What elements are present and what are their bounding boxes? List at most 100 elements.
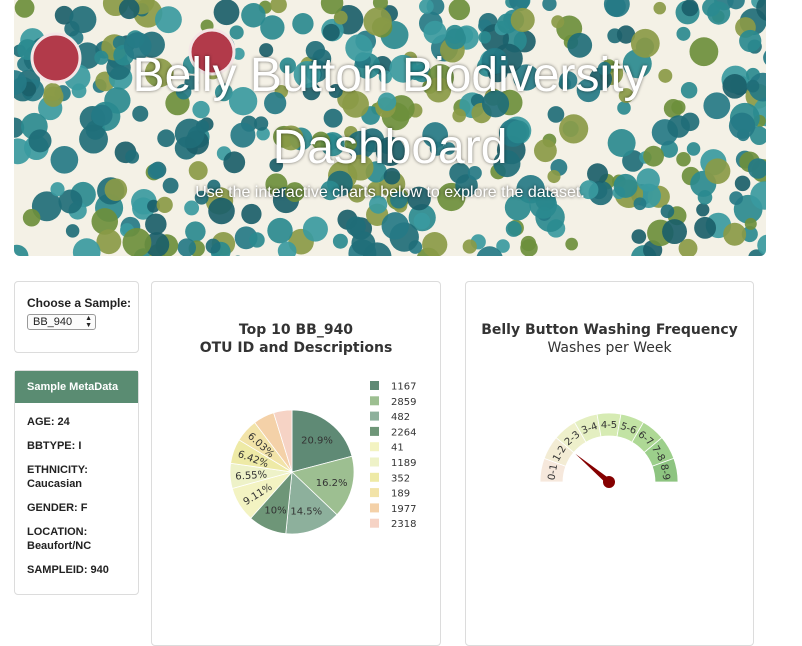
bacterium-shape [511, 8, 535, 32]
bacterium-shape [463, 239, 477, 253]
bacterium-shape [23, 209, 41, 227]
bacterium-shape [632, 229, 647, 244]
bacterium-shape [662, 219, 687, 244]
sample-selector-label: Choose a Sample: [27, 296, 131, 310]
metadata-heading: Sample MetaData [15, 371, 138, 403]
bacterium-shape [14, 245, 28, 256]
legend-label-1189[interactable]: 1189 [391, 458, 416, 469]
bacterium-shape [155, 6, 182, 33]
bacterium-shape [414, 213, 431, 230]
metadata-item-sampleid: SAMPLEID: 940 [27, 563, 132, 577]
page-subtitle: Use the interactive charts below to expl… [14, 184, 766, 202]
pie-chart-title: Top 10 BB_940 [152, 321, 440, 339]
bacterium-shape [382, 212, 409, 239]
pie-slice-label: 14.5% [290, 506, 322, 517]
legend-swatch[interactable] [370, 519, 379, 528]
bacterium-shape [241, 204, 261, 224]
legend-label-2859[interactable]: 2859 [391, 397, 416, 408]
legend-swatch[interactable] [370, 488, 379, 497]
bacterium-shape [69, 6, 96, 33]
bacterium-shape [520, 239, 537, 256]
metadata-item-gender: GENDER: F [27, 501, 132, 515]
legend-label-1167[interactable]: 1167 [391, 382, 416, 393]
bacterium-shape [214, 0, 240, 25]
bacterium-shape [333, 234, 348, 249]
bacterium-shape [178, 238, 196, 256]
legend-label-189[interactable]: 189 [391, 489, 410, 500]
page-title: Belly Button Biodiversity Dashboard [14, 40, 766, 184]
sample-selector-panel: Choose a Sample: BB_940 ▲▼ [14, 281, 139, 353]
pie-slice-label: 6.55% [235, 470, 267, 483]
legend-label-352[interactable]: 352 [391, 473, 410, 484]
legend-label-2318[interactable]: 2318 [391, 519, 416, 530]
bacterium-shape [303, 217, 328, 242]
bacterium-shape [15, 0, 35, 18]
bacterium-shape [270, 0, 287, 13]
legend-swatch[interactable] [370, 503, 379, 512]
metadata-item-ethnicity: ETHNICITY: Caucasian [27, 463, 132, 491]
legend-label-1977[interactable]: 1977 [391, 504, 416, 515]
updown-arrow-icon: ▲▼ [85, 315, 92, 329]
bacterium-shape [351, 231, 375, 255]
legend-swatch[interactable] [370, 458, 379, 467]
pie-chart[interactable]: 20.9%16.2%14.5%10%9.11%6.55%6.42%6.03%11… [152, 364, 440, 644]
bacterium-shape [506, 221, 522, 237]
bacterium-shape [241, 3, 265, 27]
legend-label-2264[interactable]: 2264 [391, 427, 416, 438]
legend-label-41[interactable]: 41 [391, 443, 404, 454]
bacterium-shape [66, 224, 79, 237]
bacterium-shape [363, 7, 391, 35]
sample-dropdown[interactable]: BB_940 ▲▼ [27, 314, 96, 330]
metadata-panel: Sample MetaData AGE: 24 BBTYPE: I ETHNIC… [14, 370, 139, 595]
bacterium-shape [73, 238, 101, 256]
metadata-list: AGE: 24 BBTYPE: I ETHNICITY: Caucasian G… [27, 415, 132, 587]
bacterium-shape [542, 0, 556, 11]
bacterium-shape [449, 0, 470, 20]
bacterium-shape [694, 217, 716, 239]
legend-swatch[interactable] [370, 396, 379, 405]
legend-swatch[interactable] [370, 442, 379, 451]
bacterium-shape [184, 201, 199, 216]
bacterium-shape [551, 15, 564, 28]
bacterium-shape [745, 218, 757, 230]
bacterium-shape [661, 205, 675, 219]
header-jumbotron: Belly Button Biodiversity Dashboard Use … [14, 0, 766, 256]
pie-chart-panel: Top 10 BB_940 OTU ID and Descriptions 20… [151, 281, 441, 646]
bacterium-shape [145, 213, 166, 234]
bacterium-shape [707, 2, 730, 25]
gauge-chart-subtitle: Washes per Week [466, 339, 753, 357]
bacterium-shape [696, 203, 709, 216]
gauge-chart-title: Belly Button Washing Frequency [466, 321, 753, 339]
metadata-item-location: LOCATION: Beaufort/NC [27, 525, 132, 553]
metadata-item-bbtype: BBTYPE: I [27, 439, 132, 453]
pie-slice-label: 16.2% [316, 478, 348, 489]
gauge-chart[interactable]: 0-11-22-33-44-55-66-77-88-9 [466, 364, 753, 644]
bacterium-shape [676, 27, 690, 41]
bacterium-shape [292, 13, 313, 34]
pie-chart-subtitle: OTU ID and Descriptions [152, 339, 440, 357]
bacterium-shape [249, 232, 264, 247]
gauge-chart-panel: Belly Button Washing Frequency Washes pe… [465, 281, 754, 646]
metadata-item-age: AGE: 24 [27, 415, 132, 429]
bacterium-shape [123, 228, 152, 256]
bacterium-shape [682, 0, 699, 16]
bacterium-shape [604, 0, 630, 17]
pie-slice-label: 10% [264, 505, 286, 516]
bacterium-shape [723, 223, 746, 246]
bacterium-shape [653, 2, 666, 15]
gauge-needle-hub [603, 476, 615, 488]
sample-dropdown-value: BB_940 [33, 316, 72, 328]
bacterium-shape [323, 24, 340, 41]
bacterium-shape [565, 238, 578, 251]
legend-label-482[interactable]: 482 [391, 412, 410, 423]
legend-swatch[interactable] [370, 473, 379, 482]
bacterium-shape [267, 218, 292, 243]
pie-slice-label: 20.9% [301, 436, 333, 447]
bacterium-shape [422, 232, 447, 256]
legend-swatch[interactable] [370, 381, 379, 390]
bacterium-shape [206, 239, 221, 254]
legend-swatch[interactable] [370, 427, 379, 436]
bacterium-shape [230, 25, 244, 39]
gauge-segment-label: 4-5 [601, 420, 617, 431]
legend-swatch[interactable] [370, 412, 379, 421]
